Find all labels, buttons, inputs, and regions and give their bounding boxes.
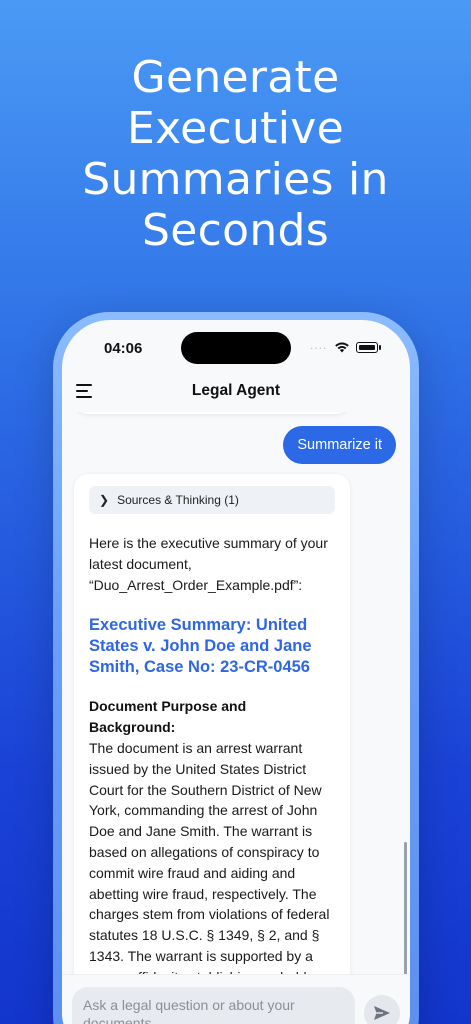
hero-line: Seconds xyxy=(142,205,329,256)
section-body: The document is an arrest warrant issued… xyxy=(89,740,330,974)
user-message-bubble: Summarize it xyxy=(283,426,396,464)
chevron-right-icon: ❯ xyxy=(99,493,110,507)
status-time: 04:06 xyxy=(104,340,143,357)
battery-icon xyxy=(356,342,378,353)
wifi-icon xyxy=(335,342,349,353)
hero-line: Generate xyxy=(131,52,340,103)
agent-response-card: ❯ Sources & Thinking (1) Here is the exec… xyxy=(74,474,350,974)
chat-scrollbar[interactable] xyxy=(404,842,407,974)
previous-message-card xyxy=(74,412,350,414)
summary-title: Executive Summary: United States v. John… xyxy=(89,616,312,676)
dynamic-island xyxy=(181,332,291,364)
section-heading: Document Purpose and Background: xyxy=(89,698,247,735)
signal-dots: .... xyxy=(310,338,328,352)
message-input[interactable]: Ask a legal question or about your docum… xyxy=(72,987,355,1024)
agent-intro-text: Here is the executive summary of your la… xyxy=(89,535,328,593)
sources-thinking-label: Sources & Thinking (1) xyxy=(117,493,239,507)
battery-tip xyxy=(379,345,381,350)
chat-area[interactable]: Summarize it ❯ Sources & Thinking (1) Her… xyxy=(62,412,410,974)
status-bar: 04:06 .... xyxy=(62,320,410,372)
hero-heading: Generate Executive Summaries in Seconds xyxy=(0,52,471,256)
send-icon xyxy=(374,1006,390,1020)
sources-thinking-toggle[interactable]: ❯ Sources & Thinking (1) xyxy=(89,486,335,514)
nav-title: Legal Agent xyxy=(191,382,281,399)
hero-line: Summaries in xyxy=(82,154,389,205)
nav-bar: Legal Agent xyxy=(62,372,410,412)
phone-screen: 04:06 .... Legal Agent Summarize it ❯ Sou… xyxy=(62,320,410,1024)
composer: Ask a legal question or about your docum… xyxy=(62,974,410,1024)
hero-line: Executive xyxy=(127,103,344,154)
send-button[interactable] xyxy=(364,995,400,1024)
